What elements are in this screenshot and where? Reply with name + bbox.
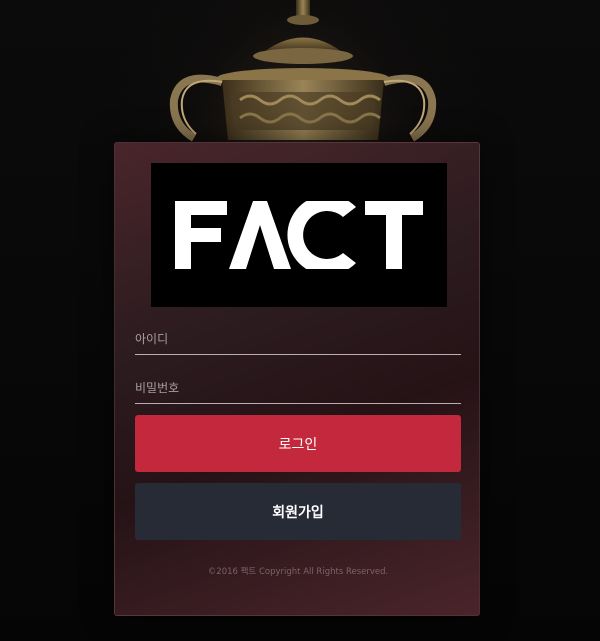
copyright-text: ©2016 팩트 Copyright All Rights Reserved. — [207, 567, 389, 577]
brand-logo — [151, 163, 447, 307]
signup-button[interactable]: 회원가입 — [135, 483, 461, 540]
password-field — [135, 364, 461, 407]
fact-logo-icon — [175, 201, 423, 269]
login-button[interactable]: 로그인 — [135, 415, 461, 472]
login-card: 로그인 회원가입 ©2016 팩트 Copyright All Rights R… — [114, 142, 480, 616]
username-input[interactable] — [135, 315, 461, 358]
trophy-icon — [169, 0, 437, 142]
login-page: 로그인 회원가입 ©2016 팩트 Copyright All Rights R… — [0, 0, 600, 641]
password-input[interactable] — [135, 364, 461, 407]
username-field — [135, 315, 461, 358]
